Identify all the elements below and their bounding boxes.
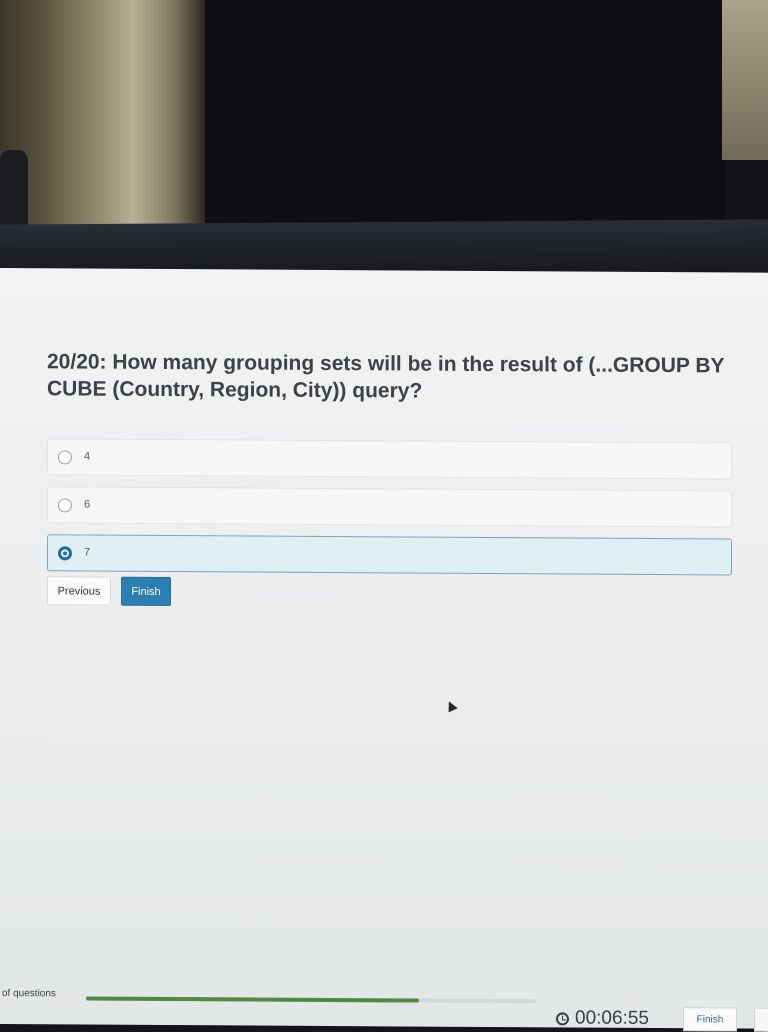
footer-finish-button[interactable]: Finish bbox=[683, 1007, 737, 1032]
finish-button[interactable]: Finish bbox=[121, 576, 171, 607]
progress-fill bbox=[86, 996, 419, 1003]
answer-label: 7 bbox=[84, 546, 91, 559]
answer-option-2[interactable]: 6 bbox=[47, 486, 732, 528]
progress-bar bbox=[86, 996, 536, 1004]
background-curtain bbox=[0, 0, 205, 232]
radio-icon[interactable] bbox=[58, 546, 72, 561]
background-dark-wall bbox=[205, 0, 725, 232]
clock-icon bbox=[556, 1011, 569, 1025]
cursor-icon bbox=[444, 699, 458, 713]
previous-button[interactable]: Previous bbox=[47, 576, 111, 606]
questions-label: of questions bbox=[2, 988, 56, 1000]
answer-label: 4 bbox=[84, 450, 91, 463]
timer-value: 00:06:55 bbox=[575, 1007, 649, 1029]
background-chair bbox=[0, 150, 28, 230]
answer-option-1[interactable]: 4 bbox=[47, 438, 732, 480]
background-right-wall bbox=[722, 0, 768, 160]
timer: 00:06:55 bbox=[556, 1007, 649, 1030]
radio-icon[interactable] bbox=[58, 450, 72, 465]
quiz-screen: 20/20: How many grouping sets will be in… bbox=[0, 268, 768, 1032]
radio-icon[interactable] bbox=[58, 498, 72, 513]
question-text: 20/20: How many grouping sets will be in… bbox=[47, 350, 725, 403]
answer-option-3[interactable]: 7 bbox=[47, 534, 732, 576]
answer-label: 6 bbox=[84, 498, 91, 511]
next-edge-icon[interactable] bbox=[754, 1007, 768, 1032]
